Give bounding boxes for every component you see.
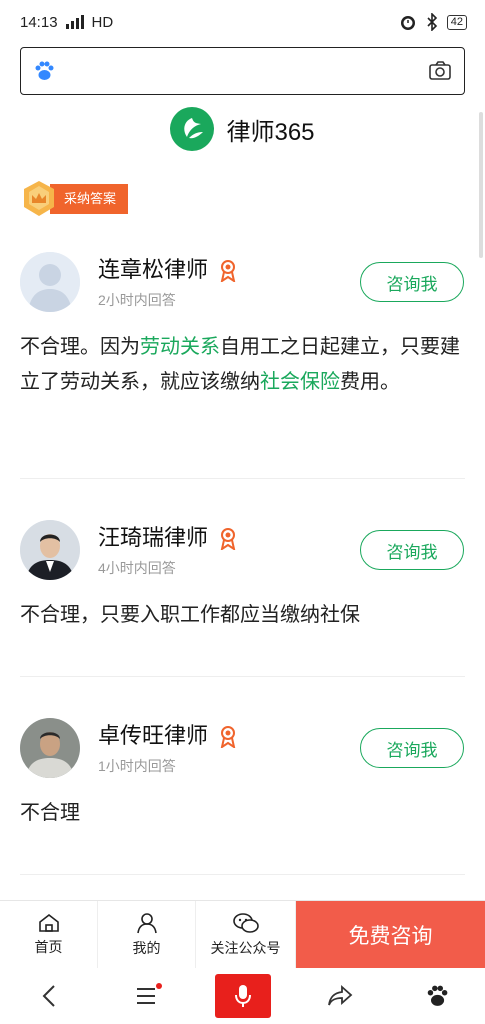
brand-name: 律师365 — [226, 118, 315, 146]
answer-text: 不合理，只要入职工作都应当缴纳社保 — [20, 604, 360, 626]
ribbon-award-icon — [220, 260, 236, 283]
nav-follow-label: 关注公众号 — [210, 939, 281, 956]
consult-button[interactable]: 咨询我 — [360, 530, 464, 570]
ribbon-award-icon — [220, 528, 236, 551]
baidu-paw-icon — [427, 985, 447, 1006]
back-button[interactable] — [21, 974, 77, 1018]
share-button[interactable] — [312, 974, 368, 1018]
notification-dot — [155, 983, 162, 989]
microphone-icon — [234, 985, 251, 1007]
share-icon — [327, 985, 352, 1006]
camera-icon[interactable] — [428, 60, 452, 82]
network-type: HD — [91, 13, 114, 31]
crown-medal-icon — [24, 181, 54, 216]
bluetooth-icon — [427, 13, 437, 31]
status-left: 14:13 HD — [20, 14, 113, 31]
lawyer-name-text: 连章松律师 — [98, 257, 209, 282]
ribbon-award-icon — [220, 726, 236, 749]
avatar-lawyer[interactable] — [20, 718, 80, 778]
bottom-nav: 首页 我的 关注公众号 免费咨询 — [0, 900, 485, 968]
scrollbar[interactable] — [479, 112, 483, 258]
lawyer-name[interactable]: 卓传旺律师 — [98, 718, 236, 750]
home-icon — [38, 913, 59, 932]
signal-icon — [65, 15, 84, 29]
lawyer-name[interactable]: 汪琦瑞律师 — [98, 520, 236, 552]
keyword-link[interactable]: 社会保险 — [260, 371, 340, 393]
avatar-lawyer[interactable] — [20, 520, 80, 580]
back-arrow-icon — [42, 985, 55, 1007]
divider — [20, 478, 465, 479]
voice-search-button[interactable] — [214, 974, 271, 1018]
search-input[interactable] — [20, 47, 465, 95]
baidu-home-button[interactable] — [409, 974, 465, 1018]
brand-header: 律师365 — [0, 106, 485, 152]
nav-home-label: 首页 — [34, 938, 63, 955]
reply-time: 1小时内回答 — [98, 758, 176, 774]
nav-home[interactable]: 首页 — [0, 901, 98, 968]
reply-time: 4小时内回答 — [98, 560, 176, 576]
nav-follow[interactable]: 关注公众号 — [196, 901, 296, 968]
status-right: 42 — [399, 13, 467, 31]
adopted-badge: 采纳答案 — [22, 180, 129, 218]
lawyer-name-text: 卓传旺律师 — [98, 723, 209, 748]
answer-text-part: 费用。 — [340, 371, 400, 393]
status-time: 14:13 — [20, 13, 58, 31]
avatar-default[interactable] — [20, 252, 80, 312]
divider — [20, 676, 465, 677]
consult-button[interactable]: 咨询我 — [360, 728, 464, 768]
alarm-icon — [400, 16, 415, 30]
lawyer-name[interactable]: 连章松律师 — [98, 252, 236, 284]
answer-text-part: 不合理。因为 — [20, 336, 140, 358]
brand-logo-icon — [170, 107, 215, 151]
answer-text: 不合理 — [20, 802, 80, 824]
battery-icon: 42 — [446, 14, 467, 30]
menu-button[interactable] — [118, 974, 174, 1018]
menu-icon — [136, 988, 155, 1004]
baidu-paw-icon[interactable] — [33, 60, 55, 82]
answer-text: 不合理。因为劳动关系自用工之日起建立，只要建立了劳动关系，就应该缴纳社会保险费用… — [20, 330, 465, 400]
nav-mine[interactable]: 我的 — [98, 901, 196, 968]
divider — [20, 874, 465, 875]
free-consult-button[interactable]: 免费咨询 — [296, 901, 485, 968]
reply-time: 2小时内回答 — [98, 292, 176, 308]
status-bar: 14:13 HD 42 — [0, 0, 485, 44]
wechat-icon — [232, 912, 259, 933]
nav-mine-label: 我的 — [132, 939, 161, 956]
user-icon — [136, 912, 157, 933]
consult-button[interactable]: 咨询我 — [360, 262, 464, 302]
keyword-link[interactable]: 劳动关系 — [140, 336, 220, 358]
browser-toolbar — [0, 968, 485, 1024]
lawyer-name-text: 汪琦瑞律师 — [98, 525, 209, 550]
adopted-label: 采纳答案 — [50, 184, 129, 214]
